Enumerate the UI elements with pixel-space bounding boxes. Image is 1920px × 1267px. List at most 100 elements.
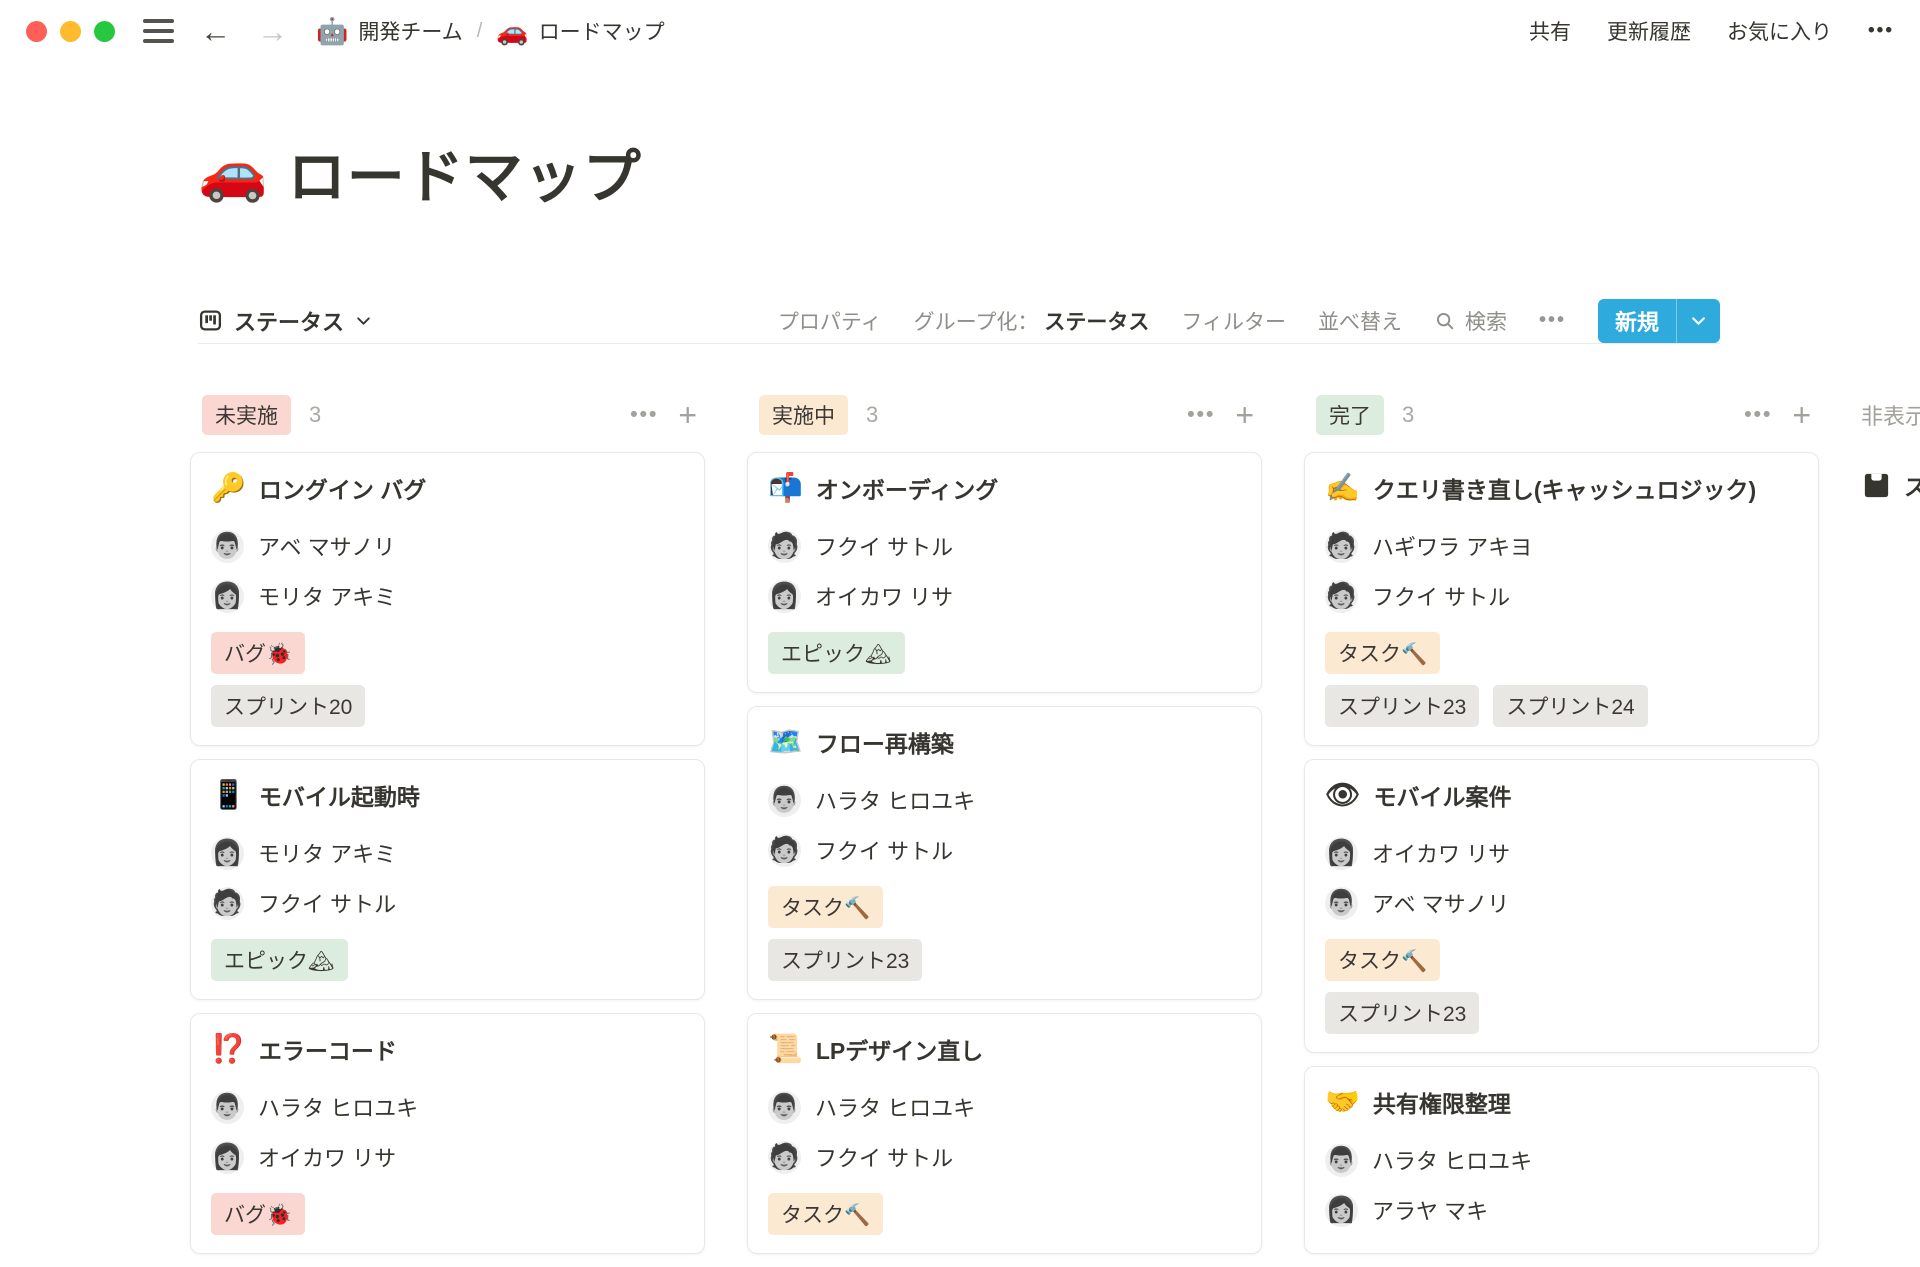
card-emoji-icon: 👁	[1325, 781, 1361, 809]
filter-button[interactable]: フィルター	[1181, 306, 1286, 336]
breadcrumb-item[interactable]: 🚗ロードマップ	[496, 16, 664, 46]
column-count: 3	[1402, 402, 1414, 428]
board-column: 完了 3 ••• + ✍️ クエリ書き直し(キャッシュロジック) 🧑 ハギワラ …	[1304, 394, 1819, 1267]
kanban-card[interactable]: ⁉️ エラーコード 👨 ハラタ ヒロユキ 👩 オイカワ リサ バグ🐞	[190, 1013, 705, 1254]
board-column: 未実施 3 ••• + 🔑 ロングイン バグ 👨 アベ マサノリ 👩 モリタ ア…	[190, 394, 705, 1267]
card-assignees: 👨 アベ マサノリ 👩 モリタ アキミ	[211, 521, 684, 621]
avatar: 🧑	[1325, 530, 1358, 563]
tag-badge[interactable]: スプリント23	[1325, 685, 1479, 727]
assignee-row: 🧑 ハギワラ アキヨ	[1325, 521, 1798, 571]
back-icon[interactable]: ←	[200, 16, 231, 47]
search-icon	[1434, 310, 1456, 332]
group-by-button[interactable]: グループ化：ステータス	[914, 306, 1150, 336]
assignee-name: フクイ サトル	[815, 834, 953, 866]
column-cards: 🔑 ロングイン バグ 👨 アベ マサノリ 👩 モリタ アキミ バグ🐞 スプリント2…	[190, 452, 705, 1254]
column-header: 未実施 3 ••• +	[190, 394, 705, 436]
tag-badge[interactable]: スプリント24	[1493, 685, 1647, 727]
new-button-group: 新規	[1598, 299, 1720, 343]
search-button[interactable]: 検索	[1434, 306, 1507, 336]
tag-badge[interactable]: タスク🔨	[768, 1193, 883, 1235]
kanban-card[interactable]: 📬 オンボーディング 🧑 フクイ サトル 👩 オイカワ リサ エピック🏔	[747, 452, 1262, 693]
inbox-icon	[1861, 470, 1892, 501]
fullscreen-window-button[interactable]	[94, 21, 115, 42]
avatar: 👩	[211, 580, 244, 613]
column-more-icon[interactable]: •••	[630, 403, 658, 427]
tag-row: エピック🏔	[211, 939, 684, 981]
column-status-badge[interactable]: 未実施	[202, 395, 291, 435]
card-assignees: 🧑 フクイ サトル 👩 オイカワ リサ	[768, 521, 1241, 621]
kanban-card[interactable]: 🔑 ロングイン バグ 👨 アベ マサノリ 👩 モリタ アキミ バグ🐞 スプリント2…	[190, 452, 705, 746]
tag-badge[interactable]: スプリント20	[211, 685, 365, 727]
kanban-card[interactable]: ✍️ クエリ書き直し(キャッシュロジック) 🧑 ハギワラ アキヨ 🧑 フクイ サ…	[1304, 452, 1819, 746]
tag-badge[interactable]: スプリント23	[1325, 992, 1479, 1034]
breadcrumb-page-icon: 🚗	[496, 18, 528, 44]
card-title: モバイル案件	[1374, 778, 1512, 812]
assignee-row: 🧑 フクイ サトル	[1325, 571, 1798, 621]
hidden-groups-label[interactable]: 非表示	[1861, 394, 1920, 436]
close-window-button[interactable]	[26, 21, 47, 42]
column-add-icon[interactable]: +	[1235, 399, 1254, 431]
board-column: 実施中 3 ••• + 📬 オンボーディング 🧑 フクイ サトル 👩 オイカワ …	[747, 394, 1262, 1267]
topbar-action[interactable]: 更新履歴	[1607, 16, 1691, 46]
tag-badge[interactable]: タスク🔨	[1325, 939, 1440, 981]
assignee-name: モリタ アキミ	[258, 837, 396, 869]
kanban-card[interactable]: 🗺️ フロー再構築 👨 ハラタ ヒロユキ 🧑 フクイ サトル タスク🔨スプリント…	[747, 706, 1262, 1000]
kanban-card[interactable]: 🤝 共有権限整理 👨 ハラタ ヒロユキ 👩 アラヤ マキ	[1304, 1066, 1819, 1254]
new-button[interactable]: 新規	[1598, 299, 1676, 343]
minimize-window-button[interactable]	[60, 21, 81, 42]
kanban-card[interactable]: 📱 モバイル起動時 👩 モリタ アキミ 🧑 フクイ サトル エピック🏔	[190, 759, 705, 1000]
assignee-row: 🧑 フクイ サトル	[768, 521, 1241, 571]
tag-badge[interactable]: エピック🏔	[768, 632, 905, 674]
kanban-card[interactable]: 📜 LPデザイン直し 👨 ハラタ ヒロユキ 🧑 フクイ サトル タスク🔨	[747, 1013, 1262, 1254]
card-title-row: 🔑 ロングイン バグ	[211, 471, 684, 505]
tag-badge[interactable]: バグ🐞	[211, 1193, 305, 1235]
column-status-badge[interactable]: 実施中	[759, 395, 848, 435]
assignee-row: 👩 アラヤ マキ	[1325, 1185, 1798, 1235]
sidebar-menu-icon[interactable]	[143, 19, 174, 43]
tag-badge[interactable]: タスク🔨	[768, 886, 883, 928]
properties-button[interactable]: プロパティ	[778, 306, 882, 336]
forward-icon[interactable]: →	[257, 16, 288, 47]
topbar: ← → 🤖開発チーム / 🚗ロードマップ 共有 更新履歴 お気に入り •••	[0, 0, 1920, 62]
assignee-row: 👨 ハラタ ヒロユキ	[1325, 1135, 1798, 1185]
more-options-icon[interactable]: •••	[1868, 20, 1894, 42]
column-cards: 📬 オンボーディング 🧑 フクイ サトル 👩 オイカワ リサ エピック🏔 🗺️ …	[747, 452, 1262, 1254]
view-more-options-icon[interactable]: •••	[1539, 309, 1566, 332]
tag-badge[interactable]: エピック🏔	[211, 939, 348, 981]
assignee-name: ハギワラ アキヨ	[1372, 530, 1532, 562]
column-more-icon[interactable]: •••	[1187, 403, 1215, 427]
assignee-row: 🧑 フクイ サトル	[768, 1132, 1241, 1182]
tag-badge[interactable]: タスク🔨	[1325, 632, 1440, 674]
assignee-row: 🧑 フクイ サトル	[211, 878, 684, 928]
card-title: モバイル起動時	[259, 778, 420, 812]
tag-row: スプリント23 スプリント24	[1325, 685, 1798, 727]
assignee-row: 👩 オイカワ リサ	[768, 571, 1241, 621]
breadcrumb-separator: /	[477, 20, 483, 43]
topbar-action[interactable]: 共有	[1529, 16, 1571, 46]
view-selector[interactable]: ステータス	[198, 305, 372, 337]
hidden-group-item[interactable]: ス	[1861, 468, 1920, 502]
card-title-row: ✍️ クエリ書き直し(キャッシュロジック)	[1325, 471, 1798, 505]
sort-button[interactable]: 並べ替え	[1318, 306, 1402, 336]
column-more-icon[interactable]: •••	[1744, 403, 1772, 427]
card-title: LPデザイン直し	[816, 1032, 983, 1066]
new-dropdown-button[interactable]	[1676, 299, 1720, 343]
search-label: 検索	[1465, 306, 1507, 336]
avatar: 👩	[211, 1141, 244, 1174]
card-assignees: 👩 モリタ アキミ 🧑 フクイ サトル	[211, 828, 684, 928]
tag-badge[interactable]: スプリント23	[768, 939, 922, 981]
assignee-name: フクイ サトル	[1372, 580, 1510, 612]
column-status-badge[interactable]: 完了	[1316, 395, 1384, 435]
card-title-row: 👁 モバイル案件	[1325, 778, 1798, 812]
avatar: 👨	[211, 530, 244, 563]
avatar: 👨	[768, 1091, 801, 1124]
topbar-action[interactable]: お気に入り	[1727, 16, 1832, 46]
tag-badge[interactable]: バグ🐞	[211, 632, 305, 674]
column-add-icon[interactable]: +	[1792, 399, 1811, 431]
avatar: 👨	[211, 1091, 244, 1124]
kanban-card[interactable]: 👁 モバイル案件 👩 オイカワ リサ 👨 アベ マサノリ タスク🔨スプリント23	[1304, 759, 1819, 1053]
breadcrumb-item[interactable]: 🤖開発チーム	[316, 16, 463, 46]
assignee-name: ハラタ ヒロユキ	[258, 1091, 418, 1123]
column-add-icon[interactable]: +	[678, 399, 697, 431]
page-icon[interactable]: 🚗	[198, 144, 268, 200]
